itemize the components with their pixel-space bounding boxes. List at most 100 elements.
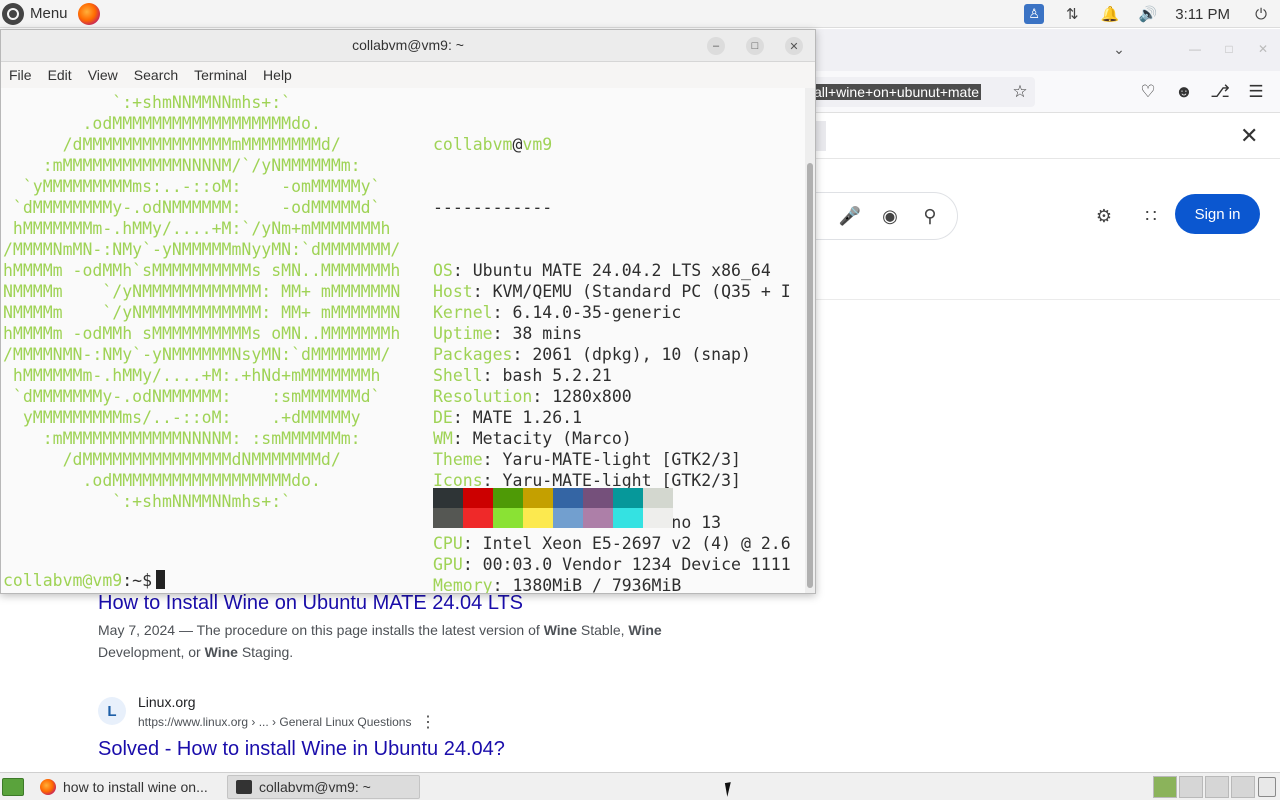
workspace-2[interactable] (1179, 776, 1203, 798)
mouse-pointer-icon (724, 781, 740, 797)
applications-menu-button[interactable]: Menu (0, 0, 72, 28)
maximize-icon[interactable]: □ (1214, 37, 1244, 61)
color-swatch (613, 488, 643, 508)
result-snippet: May 7, 2024 — The procedure on this page… (98, 622, 662, 660)
info-key: CPU (433, 534, 463, 553)
terminal-titlebar[interactable]: collabvm@vm9: ~ – □ ✕ (1, 30, 815, 62)
menu-search[interactable]: Search (126, 67, 186, 83)
info-line: Uptime: 38 mins (433, 323, 791, 344)
shell-prompt[interactable]: collabvm@vm9:~$ (3, 570, 166, 590)
ascii-art-line: /MMMMNmMN-:NMy`-yNMMMMMmNyyMN:`dMMMMMMM/ (3, 240, 401, 259)
color-swatch (493, 508, 523, 528)
linux-org-favicon-icon: L (98, 697, 126, 725)
notifications-icon[interactable]: 🔔 (1091, 0, 1129, 28)
info-value: : Yaru-MATE-light [GTK2/3] (482, 450, 741, 469)
clock[interactable]: 3:11 PM (1167, 6, 1242, 23)
ascii-art-line: .odMMMMMMMMMMMMMMMMMMdo. (3, 471, 321, 490)
info-line: OS: Ubuntu MATE 24.04.2 LTS x86_64 (433, 260, 791, 281)
show-desktop-button[interactable] (2, 778, 24, 796)
taskbar-item-terminal[interactable]: collabvm@vm9: ~ (227, 775, 420, 799)
site-url[interactable]: https://www.linux.org › ... › General Li… (138, 715, 411, 729)
ascii-art-line: `dMMMMMMMy-.odNMMMMMM: :smMMMMMMd` (3, 387, 381, 406)
info-line: DE: MATE 1.26.1 (433, 407, 791, 428)
firefox-launcher-icon[interactable] (77, 2, 100, 25)
info-key: Kernel (433, 303, 493, 322)
info-key: Memory (433, 576, 493, 593)
ascii-art-line: /dMMMMMMMMMMMMMMMdNMMMMMMMd/ (3, 450, 341, 469)
apps-grid-icon[interactable]: ∷ (1137, 202, 1165, 230)
info-key: Theme (433, 450, 483, 469)
info-value: : Metacity (Marco) (452, 429, 632, 448)
info-key: Uptime (433, 324, 493, 343)
ascii-art-line: hMMMMm -odMMh sMMMMMMMMMMs oMN..MMMMMMMh (3, 324, 401, 343)
ascii-art-line: .odMMMMMMMMMMMMMMMMMMdo. (3, 114, 321, 133)
info-value: : 2061 (dpkg), 10 (snap) (512, 345, 751, 364)
ascii-art-line: `:+shmNNMMNNmhs+:` (3, 492, 292, 511)
menu-view[interactable]: View (80, 67, 126, 83)
hamburger-menu-icon[interactable]: ☰ (1244, 80, 1268, 104)
info-key: Resolution (433, 387, 533, 406)
ascii-art-line: yMMMMMMMMMms/..-::oM: .+dMMMMMy (3, 408, 361, 427)
site-name[interactable]: Linux.org (138, 694, 196, 710)
voice-search-icon[interactable]: 🎤 (836, 202, 864, 230)
scrollbar[interactable] (805, 88, 815, 593)
close-button[interactable]: ✕ (785, 37, 803, 55)
info-line: CPU: Intel Xeon E5-2697 v2 (4) @ 2.6 (433, 533, 791, 554)
close-window-icon[interactable]: ✕ (1248, 37, 1278, 61)
settings-gear-icon[interactable]: ⚙ (1090, 202, 1118, 230)
menu-terminal[interactable]: Terminal (186, 67, 255, 83)
workspace-3[interactable] (1205, 776, 1229, 798)
network-icon[interactable]: ⇅ (1053, 0, 1091, 28)
ascii-art-line: hMMMMm -odMMh`sMMMMMMMMMMs sMN..MMMMMMMh (3, 261, 401, 280)
task-label: how to install wine on... (63, 779, 208, 795)
user-host-line: collabvm@vm9 (433, 135, 553, 154)
clear-search-icon[interactable]: ✕ (1240, 123, 1258, 149)
menu-help[interactable]: Help (255, 67, 300, 83)
info-line: Host: KVM/QEMU (Standard PC (Q35 + I (433, 281, 791, 302)
volume-icon[interactable]: 🔊 (1129, 0, 1167, 28)
terminal-output[interactable]: `:+shmNNMMNNmhs+:` .odMMMMMMMMMMMMMMMMMM… (1, 88, 805, 593)
minimize-icon[interactable]: — (1180, 37, 1210, 61)
info-key: DE (433, 408, 453, 427)
accessibility-icon[interactable]: ♙ (1015, 0, 1053, 28)
menu-label: Menu (30, 5, 68, 22)
maximize-button[interactable]: □ (746, 37, 764, 55)
power-icon[interactable]: ⏻ (1242, 0, 1280, 28)
url-bar[interactable]: all+wine+on+ubunut+mate (780, 77, 1035, 107)
color-swatch (643, 508, 673, 528)
extensions-icon[interactable]: ⎇ (1208, 80, 1232, 104)
info-key: WM (433, 429, 453, 448)
ubuntu-mate-ascii-logo: `:+shmNNMMNNmhs+:` .odMMMMMMMMMMMMMMMMMM… (3, 92, 400, 512)
info-key: Packages (433, 345, 513, 364)
workspace-4[interactable] (1231, 776, 1255, 798)
info-line: Memory: 1380MiB / 7936MiB (433, 575, 791, 593)
account-icon[interactable]: ☻ (1172, 80, 1196, 104)
scrollbar-thumb[interactable] (807, 163, 813, 588)
result-title-link[interactable]: How to Install Wine on Ubuntu MATE 24.04… (98, 592, 523, 615)
search-icon[interactable]: ⚲ (916, 202, 944, 230)
color-swatch (523, 488, 553, 508)
more-options-icon[interactable]: ⋮ (420, 712, 436, 732)
tab-list-chevron-icon[interactable]: ⌄ (1104, 37, 1134, 61)
ascii-art-line: hMMMMMMMm-.hMMy/....+M:`/yNm+mMMMMMMMh (3, 219, 391, 238)
color-swatch (643, 488, 673, 508)
minimize-button[interactable]: – (707, 37, 725, 55)
info-line: WM: Metacity (Marco) (433, 428, 791, 449)
window-title: collabvm@vm9: ~ (352, 37, 464, 53)
info-value: : 00:03.0 Vendor 1234 Device 1111 (462, 555, 791, 574)
color-swatch (463, 488, 493, 508)
taskbar-item-firefox[interactable]: how to install wine on... (32, 775, 224, 799)
pocket-icon[interactable]: ♡ (1136, 80, 1160, 104)
menu-file[interactable]: File (1, 67, 40, 83)
menu-edit[interactable]: Edit (40, 67, 80, 83)
workspace-1[interactable] (1153, 776, 1177, 798)
ascii-art-line: /MMMMNMN-:NMy`-yNMMMMMMNsyMN:`dMMMMMMM/ (3, 345, 391, 364)
trash-icon[interactable] (1258, 777, 1276, 797)
desktop: { "top_panel": { "menu_label": "Menu", "… (0, 0, 1280, 800)
lens-icon[interactable]: ◉ (876, 202, 904, 230)
info-line: Shell: bash 5.2.21 (433, 365, 791, 386)
bottom-panel: how to install wine on... collabvm@vm9: … (0, 772, 1280, 800)
bookmark-star-icon[interactable]: ☆ (1008, 80, 1032, 104)
sign-in-button[interactable]: Sign in (1175, 194, 1260, 234)
result-title-link[interactable]: Solved - How to install Wine in Ubuntu 2… (98, 738, 505, 761)
